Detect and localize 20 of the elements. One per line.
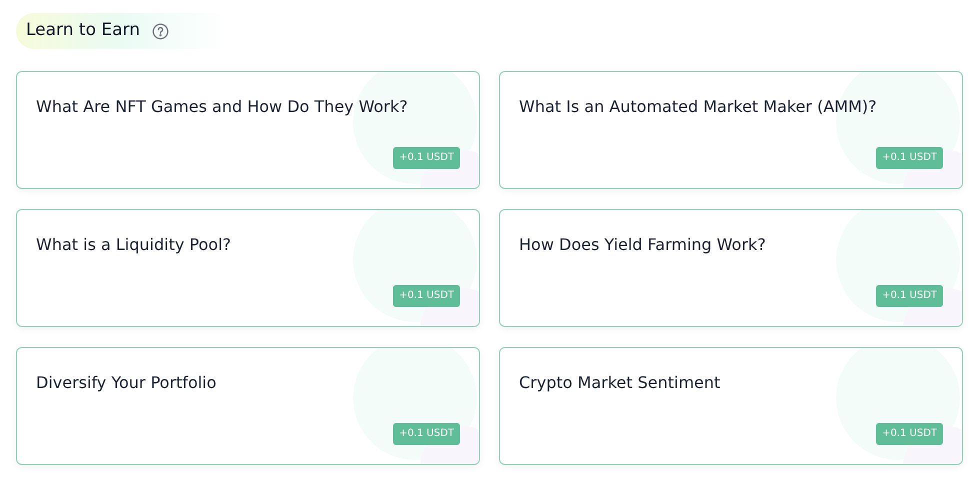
lesson-card[interactable]: What Is an Automated Market Maker (AMM)? +0.1 USDT [499, 71, 963, 189]
reward-badge: +0.1 USDT [393, 285, 460, 307]
lesson-title: How Does Yield Farming Work? [519, 234, 767, 256]
lesson-title: Diversify Your Portfolio [36, 372, 218, 394]
lesson-card[interactable]: Crypto Market Sentiment +0.1 USDT [499, 347, 963, 465]
lesson-title: What Is an Automated Market Maker (AMM)? [519, 96, 878, 118]
reward-badge: +0.1 USDT [876, 147, 943, 169]
lesson-title: Crypto Market Sentiment [519, 372, 722, 394]
lesson-card[interactable]: What Are NFT Games and How Do They Work? +0.1 USDT [16, 71, 480, 189]
reward-badge: +0.1 USDT [393, 147, 460, 169]
reward-badge: +0.1 USDT [876, 285, 943, 307]
reward-badge: +0.1 USDT [393, 423, 460, 445]
lesson-card[interactable]: What is a Liquidity Pool? +0.1 USDT [16, 209, 480, 327]
lesson-card[interactable]: Diversify Your Portfolio +0.1 USDT [16, 347, 480, 465]
section-title: Learn to Earn [26, 19, 140, 42]
lesson-title: What Are NFT Games and How Do They Work? [36, 96, 409, 118]
lesson-card[interactable]: How Does Yield Farming Work? +0.1 USDT [499, 209, 963, 327]
lesson-title: What is a Liquidity Pool? [36, 234, 232, 256]
help-icon[interactable] [152, 22, 170, 40]
reward-badge: +0.1 USDT [876, 423, 943, 445]
